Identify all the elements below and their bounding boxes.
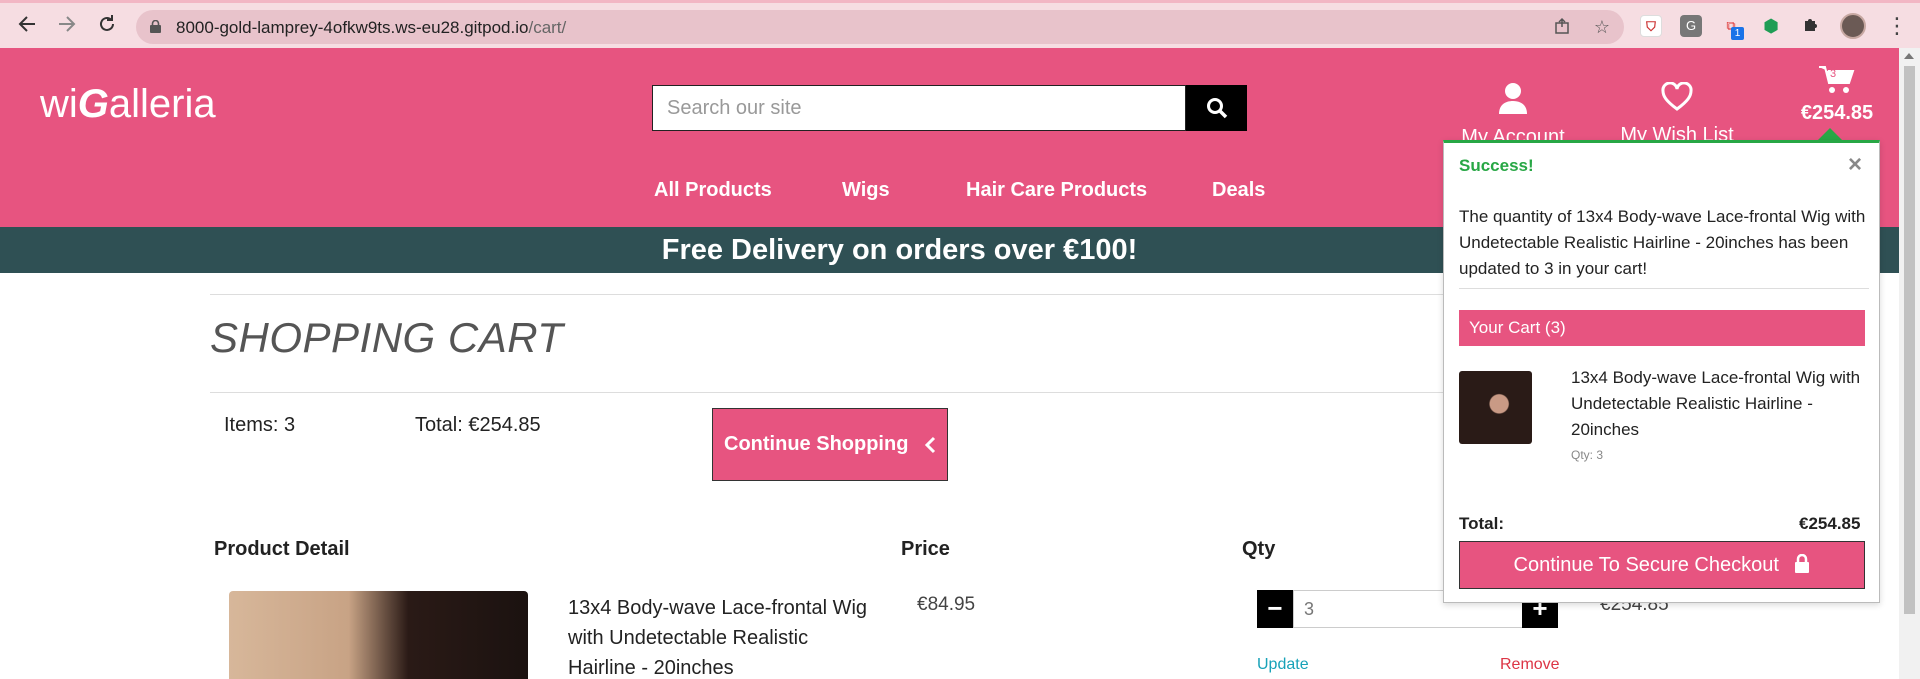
product-image[interactable] (229, 591, 528, 679)
col-header-price: Price (901, 538, 950, 560)
popover-total-value: €254.85 (1799, 514, 1861, 533)
wish-list-link[interactable]: My Wish List (1614, 81, 1740, 147)
page: 8000-gold-lamprey-4ofkw9ts.ws-eu28.gitpo… (0, 0, 1920, 679)
lock-icon (150, 20, 161, 33)
success-title: Success! (1459, 156, 1534, 175)
chevron-left-icon (924, 436, 936, 453)
secure-checkout-button[interactable]: Continue To Secure Checkout (1459, 541, 1865, 589)
product-price: €84.95 (917, 594, 976, 615)
browser-toolbar: 8000-gold-lamprey-4ofkw9ts.ws-eu28.gitpo… (0, 0, 1920, 48)
extension-share-icon[interactable]: ⧉ 1 (1720, 15, 1744, 40)
delivery-banner-text: Free Delivery on orders over €100! (661, 234, 1138, 266)
popover-arrow (1818, 128, 1842, 140)
site-logo[interactable]: wiGalleria (40, 82, 216, 127)
forward-arrow-icon[interactable] (54, 13, 80, 39)
user-icon (1499, 83, 1527, 114)
back-arrow-icon[interactable] (14, 13, 40, 39)
extension-hexagon-icon[interactable]: ⬢ (1760, 15, 1782, 37)
product-name[interactable]: 13x4 Body-wave Lace-frontal Wig with Und… (568, 593, 878, 679)
lock-icon (1795, 553, 1810, 573)
continue-shopping-button[interactable]: Continue Shopping (712, 408, 948, 481)
items-count: Items: 3 (224, 414, 296, 436)
nav-hair-care-products[interactable]: Hair Care Products (966, 179, 1147, 202)
update-link[interactable]: Update (1257, 656, 1309, 674)
your-cart-header: Your Cart (3) (1459, 310, 1865, 346)
cart-item-name: 13x4 Body-wave Lace-frontal Wig with Und… (1571, 368, 1861, 439)
cart-item-thumbnail (1459, 371, 1532, 444)
extension-shield-icon[interactable]: ⛉ (1640, 15, 1662, 37)
nav-wigs[interactable]: Wigs (842, 179, 890, 202)
cart-summary-total: Total: €254.85 (415, 414, 541, 436)
search-icon (1207, 98, 1228, 119)
cart-icon: 3 (1817, 62, 1857, 98)
cart-item-qty: Qty: 3 (1571, 448, 1604, 462)
close-icon[interactable]: × (1848, 151, 1862, 179)
nav-all-products[interactable]: All Products (654, 179, 772, 202)
search-form (652, 85, 1247, 131)
cart-count: 3 (1830, 68, 1837, 80)
page-scrollbar[interactable] (1899, 48, 1920, 679)
share-icon[interactable] (1553, 17, 1573, 37)
extensions-puzzle-icon[interactable] (1800, 15, 1822, 37)
search-button[interactable] (1186, 85, 1247, 131)
scrollbar-thumb[interactable] (1904, 66, 1915, 614)
star-icon[interactable]: ☆ (1592, 17, 1612, 37)
heart-icon (1661, 81, 1693, 111)
address-bar[interactable]: 8000-gold-lamprey-4ofkw9ts.ws-eu28.gitpo… (136, 10, 1624, 44)
remove-link[interactable]: Remove (1500, 656, 1560, 674)
cart-success-popover: Success! × The quantity of 13x4 Body-wav… (1443, 140, 1880, 603)
nav-deals[interactable]: Deals (1212, 179, 1265, 202)
my-account-link[interactable]: My Account (1455, 82, 1571, 149)
col-header-qty: Qty (1242, 538, 1276, 560)
reload-icon[interactable] (94, 13, 120, 39)
scroll-up-arrow-icon[interactable] (1904, 53, 1914, 59)
search-input[interactable] (652, 85, 1186, 131)
divider (1459, 288, 1869, 289)
extension-badge: 1 (1731, 27, 1744, 40)
kebab-menu-icon[interactable]: ⋮ (1886, 13, 1908, 39)
cart-total: €254.85 (1800, 102, 1874, 124)
extension-g-icon[interactable]: G (1680, 15, 1702, 37)
secure-checkout-label: Continue To Secure Checkout (1513, 554, 1779, 576)
qty-decrement-button[interactable]: − (1257, 590, 1293, 628)
url-text: 8000-gold-lamprey-4ofkw9ts.ws-eu28.gitpo… (176, 18, 567, 37)
success-message: The quantity of 13x4 Body-wave Lace-fron… (1459, 207, 1866, 278)
page-title: SHOPPING CART (210, 314, 564, 361)
cart-link[interactable]: 3 €254.85 (1782, 62, 1892, 125)
continue-shopping-label: Continue Shopping (724, 433, 909, 455)
popover-total-label: Total: (1459, 514, 1505, 533)
profile-avatar[interactable] (1840, 13, 1866, 39)
col-header-product-detail: Product Detail (214, 538, 350, 560)
